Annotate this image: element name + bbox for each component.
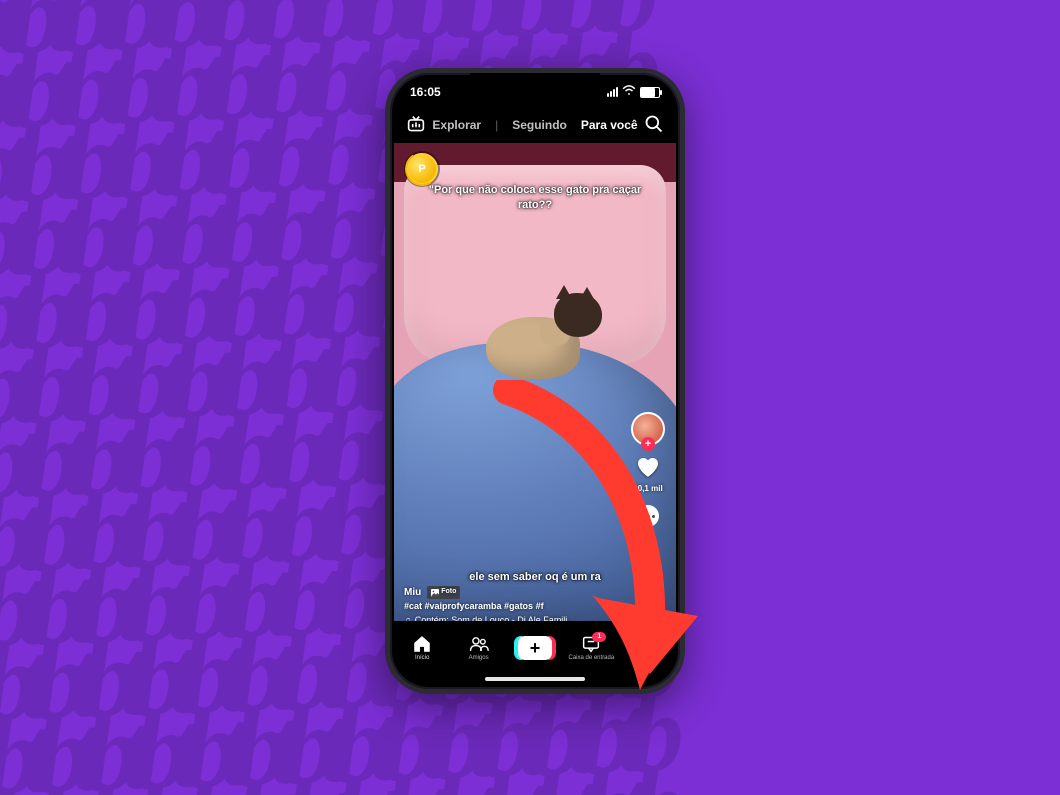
like-count: 90,1 mil xyxy=(633,484,662,493)
nav-friends-label: Amigos xyxy=(469,655,489,661)
search-icon[interactable] xyxy=(644,114,664,137)
video-cat-graphic xyxy=(486,293,596,383)
phone-screen: 16:05 Explorar | Seguindo Para você xyxy=(394,77,676,685)
like-button[interactable] xyxy=(636,456,660,478)
nav-profile-label: Perfil xyxy=(641,655,655,661)
cellular-icon xyxy=(607,87,618,97)
save-count: 680 xyxy=(641,586,654,595)
wifi-icon xyxy=(622,85,636,99)
phone-notch xyxy=(470,73,600,95)
nav-home-label: Início xyxy=(415,655,429,661)
content-type-badge: Foto xyxy=(427,586,460,599)
home-indicator xyxy=(485,677,585,681)
bottom-nav: Início Amigos + 1 Caixa de entrada xyxy=(394,621,676,685)
nav-friends[interactable]: Amigos xyxy=(454,635,504,661)
battery-icon xyxy=(640,87,660,98)
profile-icon xyxy=(638,635,658,653)
live-icon[interactable] xyxy=(406,115,426,136)
page-background: tbtbtbtbtbtbtbtbtbtbtbtbtbtb tbtbtbtbtbt… xyxy=(0,0,1060,795)
comment-count: 476 xyxy=(641,535,654,544)
inbox-badge: 1 xyxy=(592,632,606,642)
follow-plus-icon[interactable]: + xyxy=(641,437,655,451)
tab-explorar[interactable]: Explorar xyxy=(432,118,481,132)
save-button[interactable] xyxy=(635,554,661,580)
phone-frame: 16:05 Explorar | Seguindo Para você xyxy=(385,68,685,694)
author-username[interactable]: Miu xyxy=(404,585,421,600)
friends-icon xyxy=(469,635,489,653)
create-icon: + xyxy=(518,636,552,660)
action-rail: + 90,1 mil 476 680 xyxy=(626,412,670,625)
nav-home[interactable]: Início xyxy=(397,635,447,661)
top-nav: Explorar | Seguindo Para você xyxy=(394,107,676,143)
comment-icon xyxy=(637,505,659,527)
status-right xyxy=(607,85,660,99)
coin-letter: P xyxy=(418,163,425,175)
author-avatar[interactable]: + xyxy=(631,412,665,446)
home-icon xyxy=(412,635,432,653)
tab-separator: | xyxy=(495,118,498,132)
comment-button[interactable] xyxy=(635,503,661,529)
coin-badge[interactable]: P xyxy=(406,153,438,185)
nav-inbox-label: Caixa de entrada xyxy=(569,655,615,661)
badge-label: Foto xyxy=(441,587,456,598)
nav-create[interactable]: + xyxy=(510,636,560,660)
nav-profile[interactable]: Perfil xyxy=(623,635,673,661)
status-time: 16:05 xyxy=(410,85,441,99)
video-hashtags[interactable]: #cat #vaiprofycaramba #gatos #f xyxy=(404,600,626,614)
nav-inbox[interactable]: 1 Caixa de entrada xyxy=(566,635,616,661)
video-caption-top: "Por que não coloca esse gato pra caçar … xyxy=(394,183,676,213)
inbox-icon: 1 xyxy=(581,635,601,653)
tab-para-voce[interactable]: Para você xyxy=(581,118,638,132)
tab-seguindo[interactable]: Seguindo xyxy=(512,118,567,132)
